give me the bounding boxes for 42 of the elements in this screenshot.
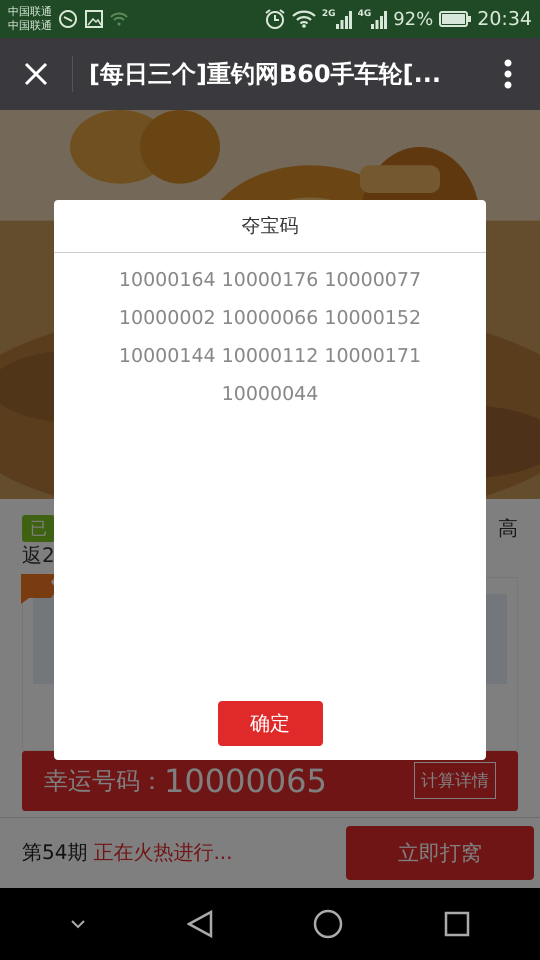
period-label: 第54期 xyxy=(22,839,88,866)
ticket-code: 10000112 xyxy=(222,344,318,369)
more-icon[interactable] xyxy=(504,59,512,89)
battery-icon xyxy=(439,11,472,27)
page-title: [每日三个]重钓网B60手车轮[... xyxy=(89,59,441,90)
signal-icon xyxy=(371,9,388,29)
ticket-code: 10000044 xyxy=(222,382,318,407)
status-badge: 已 xyxy=(22,514,55,542)
network-label: 2G xyxy=(322,9,336,19)
ticket-code: 10000164 xyxy=(118,268,216,293)
ticket-code: 10000002 xyxy=(118,306,216,331)
wifi-icon xyxy=(110,12,128,26)
lucky-number: 10000065 xyxy=(164,762,327,800)
period-status: 正在火热进行... xyxy=(93,839,233,866)
dialog-title: 夺宝码 xyxy=(54,200,486,253)
ticket-code: 10000152 xyxy=(324,306,422,331)
ticket-code: 10000176 xyxy=(222,268,318,293)
alarm-icon xyxy=(264,8,286,30)
signal-icon xyxy=(336,9,352,29)
ticket-code: 10000171 xyxy=(324,344,422,369)
join-button[interactable]: 立即打窝 xyxy=(346,826,534,880)
chevron-down-icon[interactable] xyxy=(70,919,86,929)
close-icon[interactable] xyxy=(24,62,48,86)
ticket-code: 10000066 xyxy=(222,306,318,331)
battery-percent: 92% xyxy=(393,8,434,30)
lucky-number-label: 幸运号码： xyxy=(44,766,164,797)
wifi-icon xyxy=(292,10,316,28)
clock: 20:34 xyxy=(477,8,532,30)
description-text: 高 xyxy=(498,514,518,542)
back-icon[interactable] xyxy=(186,910,213,938)
carrier-name: 中国联通 xyxy=(8,19,52,33)
ticket-code: 10000144 xyxy=(118,344,216,369)
ribbon-icon xyxy=(21,574,57,604)
description-text: 返2 xyxy=(22,542,56,569)
image-icon xyxy=(84,9,104,29)
network-label: 4G xyxy=(358,9,372,19)
confirm-button[interactable]: 确定 xyxy=(218,701,322,746)
recents-icon[interactable] xyxy=(444,911,470,937)
ticket-code: 10000077 xyxy=(324,268,422,293)
calculation-details-button[interactable]: 计算详情 xyxy=(414,762,496,800)
carrier-name: 中国联通 xyxy=(8,5,52,19)
home-icon[interactable] xyxy=(313,909,344,939)
